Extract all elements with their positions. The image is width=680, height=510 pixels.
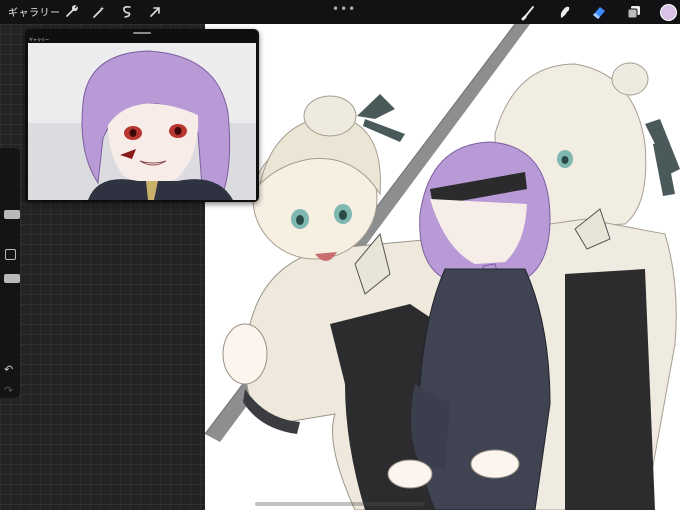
- reference-window[interactable]: ギャラリー: [25, 29, 259, 202]
- magic-wand-icon[interactable]: [90, 3, 108, 21]
- more-options-dots[interactable]: •••: [332, 2, 356, 16]
- undo-arrow-icon[interactable]: ↶: [4, 363, 13, 376]
- opacity-slider[interactable]: [2, 266, 20, 356]
- artwork: [205, 24, 680, 510]
- smudge-icon[interactable]: [555, 3, 573, 21]
- brush-icon[interactable]: [520, 3, 538, 21]
- selection-icon[interactable]: [118, 3, 136, 21]
- eraser-icon[interactable]: [590, 3, 608, 21]
- opacity-knob[interactable]: [4, 274, 20, 283]
- brush-size-knob[interactable]: [4, 210, 20, 219]
- top-toolbar: ギャラリー •••: [0, 0, 680, 24]
- transform-arrow-icon[interactable]: [146, 3, 164, 21]
- modify-button[interactable]: [5, 249, 16, 260]
- gallery-button[interactable]: ギャラリー: [8, 4, 61, 19]
- reference-drag-handle[interactable]: [133, 32, 151, 34]
- home-indicator: [255, 502, 425, 506]
- reference-image: [28, 43, 256, 200]
- current-color-swatch[interactable]: [660, 4, 677, 21]
- brush-size-slider[interactable]: [2, 152, 20, 240]
- wrench-icon[interactable]: [62, 3, 80, 21]
- layers-icon[interactable]: [625, 3, 643, 21]
- drawing-canvas[interactable]: [205, 24, 680, 510]
- left-sidebar: ↶ ↷: [0, 148, 20, 398]
- redo-arrow-icon[interactable]: ↷: [4, 384, 13, 397]
